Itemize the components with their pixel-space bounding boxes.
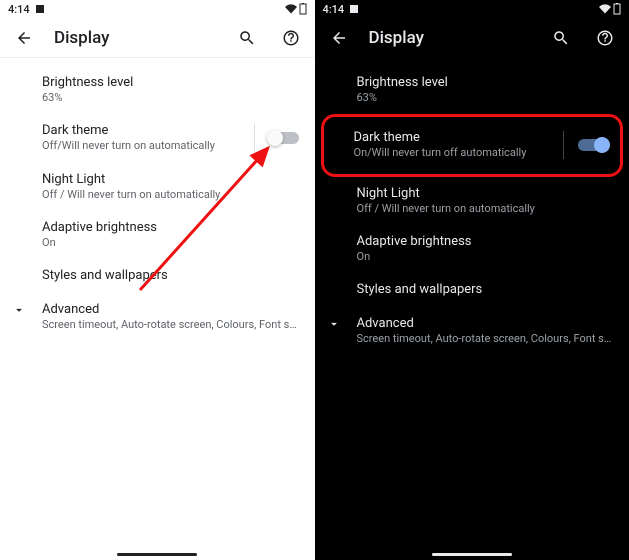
help-icon bbox=[596, 29, 614, 47]
setting-subtitle: On/Will never turn off automatically bbox=[354, 146, 556, 160]
help-icon bbox=[282, 29, 300, 47]
night-light-item[interactable]: Night Light Off / Will never turn on aut… bbox=[315, 177, 629, 225]
setting-title: Dark theme bbox=[42, 123, 246, 138]
highlight-annotation: Dark theme On/Will never turn off automa… bbox=[321, 114, 624, 176]
search-icon bbox=[238, 29, 256, 47]
battery-icon bbox=[299, 3, 307, 15]
setting-subtitle: Off / Will never turn on automatically bbox=[357, 202, 614, 216]
search-button[interactable] bbox=[547, 24, 575, 52]
setting-subtitle: 63% bbox=[42, 91, 299, 105]
app-bar: Display bbox=[0, 18, 315, 58]
light-mode-screenshot: 4:14 Display Brightness level 63% bbox=[0, 0, 315, 560]
status-bar: 4:14 bbox=[315, 0, 629, 18]
home-pill[interactable] bbox=[117, 553, 197, 556]
setting-title: Night Light bbox=[42, 172, 299, 187]
back-button[interactable] bbox=[10, 24, 38, 52]
status-time: 4:14 bbox=[323, 3, 345, 16]
dark-theme-item[interactable]: Dark theme On/Will never turn off automa… bbox=[324, 121, 613, 169]
home-pill[interactable] bbox=[432, 553, 512, 556]
toggle-divider bbox=[254, 124, 255, 152]
page-title: Display bbox=[369, 28, 532, 48]
dark-theme-toggle[interactable] bbox=[269, 132, 299, 144]
night-light-item[interactable]: Night Light Off / Will never turn on aut… bbox=[0, 163, 315, 211]
dark-theme-toggle[interactable] bbox=[578, 139, 608, 151]
back-arrow-icon bbox=[15, 29, 33, 47]
setting-subtitle: Screen timeout, Auto-rotate screen, Colo… bbox=[357, 332, 614, 346]
status-icons bbox=[285, 3, 307, 15]
setting-subtitle: 63% bbox=[357, 91, 614, 105]
styles-wallpapers-item[interactable]: Styles and wallpapers bbox=[0, 259, 315, 293]
setting-subtitle: On bbox=[357, 250, 614, 264]
setting-title: Brightness level bbox=[357, 75, 614, 90]
chevron-down-icon bbox=[12, 303, 26, 317]
adaptive-brightness-item[interactable]: Adaptive brightness On bbox=[0, 211, 315, 259]
brightness-level-item[interactable]: Brightness level 63% bbox=[315, 66, 629, 114]
help-button[interactable] bbox=[277, 24, 305, 52]
nav-bar bbox=[0, 553, 315, 556]
status-icons bbox=[599, 3, 621, 15]
setting-title: Advanced bbox=[357, 316, 614, 331]
setting-subtitle: On bbox=[42, 236, 299, 250]
battery-icon bbox=[613, 3, 621, 15]
settings-list: Brightness level 63% Dark theme On/Will … bbox=[315, 58, 629, 560]
setting-subtitle: Off / Will never turn on automatically bbox=[42, 188, 299, 202]
chevron-down-icon bbox=[327, 317, 341, 331]
search-button[interactable] bbox=[233, 24, 261, 52]
setting-title: Advanced bbox=[42, 302, 299, 317]
setting-subtitle: Off/Will never turn on automatically bbox=[42, 139, 246, 153]
setting-title: Styles and wallpapers bbox=[357, 282, 614, 297]
setting-title: Adaptive brightness bbox=[42, 220, 299, 235]
wifi-icon bbox=[285, 3, 297, 15]
setting-title: Dark theme bbox=[354, 130, 556, 145]
settings-list: Brightness level 63% Dark theme Off/Will… bbox=[0, 58, 315, 560]
styles-wallpapers-item[interactable]: Styles and wallpapers bbox=[315, 273, 629, 307]
wifi-icon bbox=[599, 3, 611, 15]
setting-title: Brightness level bbox=[42, 75, 299, 90]
search-icon bbox=[552, 29, 570, 47]
setting-title: Night Light bbox=[357, 186, 614, 201]
back-button[interactable] bbox=[325, 24, 353, 52]
setting-subtitle: Screen timeout, Auto-rotate screen, Colo… bbox=[42, 318, 299, 332]
advanced-item[interactable]: Advanced Screen timeout, Auto-rotate scr… bbox=[315, 307, 629, 355]
brightness-level-item[interactable]: Brightness level 63% bbox=[0, 66, 315, 114]
screenshot-icon bbox=[350, 5, 358, 13]
dark-theme-item[interactable]: Dark theme Off/Will never turn on automa… bbox=[0, 114, 315, 162]
app-bar: Display bbox=[315, 18, 629, 58]
status-time: 4:14 bbox=[8, 3, 30, 16]
setting-title: Adaptive brightness bbox=[357, 234, 614, 249]
status-bar: 4:14 bbox=[0, 0, 315, 18]
nav-bar bbox=[315, 553, 629, 556]
dark-mode-screenshot: 4:14 Display Brightness level 63% bbox=[315, 0, 629, 560]
help-button[interactable] bbox=[591, 24, 619, 52]
page-title: Display bbox=[54, 28, 217, 48]
back-arrow-icon bbox=[330, 29, 348, 47]
toggle-divider bbox=[563, 131, 564, 159]
advanced-item[interactable]: Advanced Screen timeout, Auto-rotate scr… bbox=[0, 293, 315, 341]
setting-title: Styles and wallpapers bbox=[42, 268, 299, 283]
adaptive-brightness-item[interactable]: Adaptive brightness On bbox=[315, 225, 629, 273]
screenshot-icon bbox=[36, 5, 44, 13]
